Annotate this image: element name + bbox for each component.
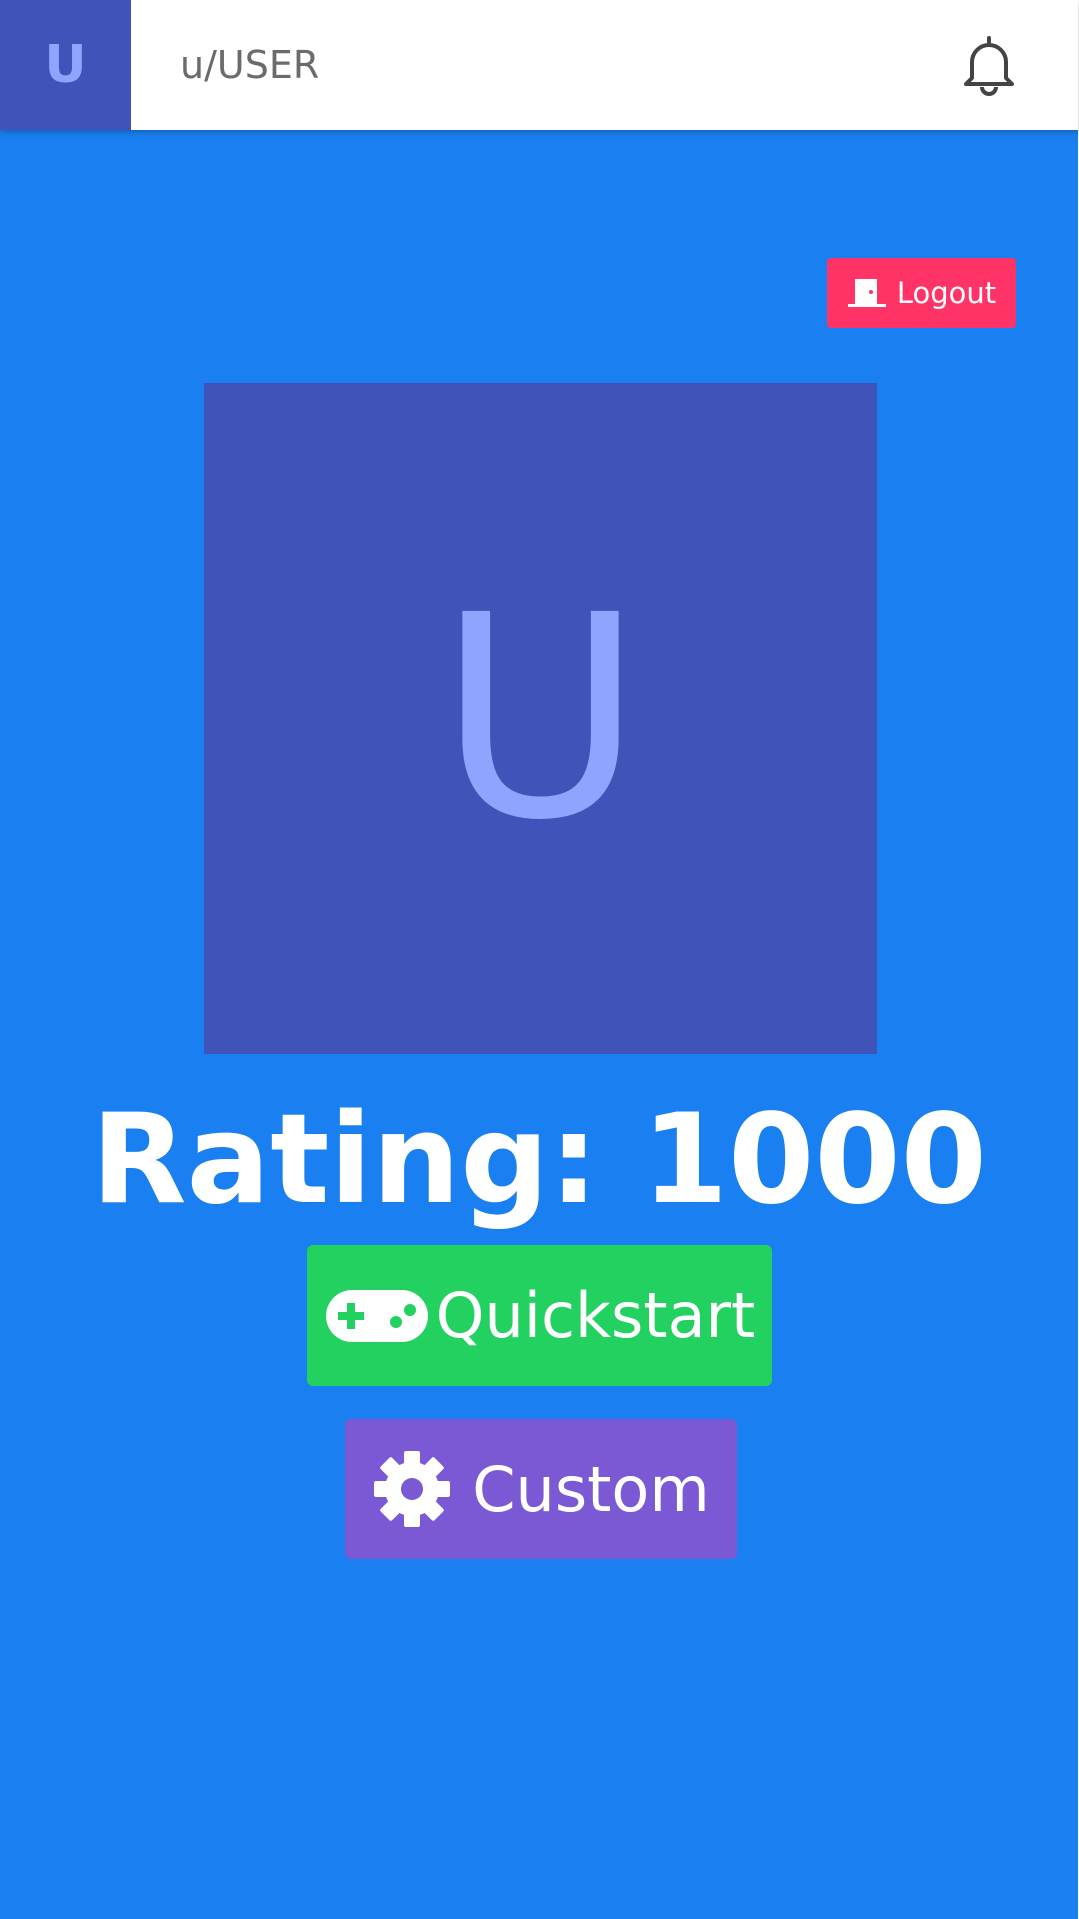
quickstart-label: Quickstart [435,1279,756,1352]
bell-icon[interactable] [960,34,1018,96]
profile-avatar: U [204,383,877,1054]
custom-label: Custom [472,1452,710,1526]
gamepad-icon [324,1288,430,1344]
header-avatar[interactable]: U [0,0,131,130]
quickstart-button[interactable]: Quickstart [307,1245,772,1386]
header-username: u/USER [180,43,320,87]
door-icon [847,278,887,308]
custom-button[interactable]: Custom [345,1419,737,1559]
app: U u/USER Logout U Rating: 1000 Quickstar… [0,0,1079,1919]
top-bar: U u/USER [0,0,1078,130]
header-avatar-initial: U [44,35,87,95]
rating-text: Rating: 1000 [91,1088,987,1232]
gear-icon [372,1449,452,1529]
logout-button[interactable]: Logout [827,258,1016,328]
logout-label: Logout [896,276,997,310]
profile-avatar-initial: U [438,555,643,882]
